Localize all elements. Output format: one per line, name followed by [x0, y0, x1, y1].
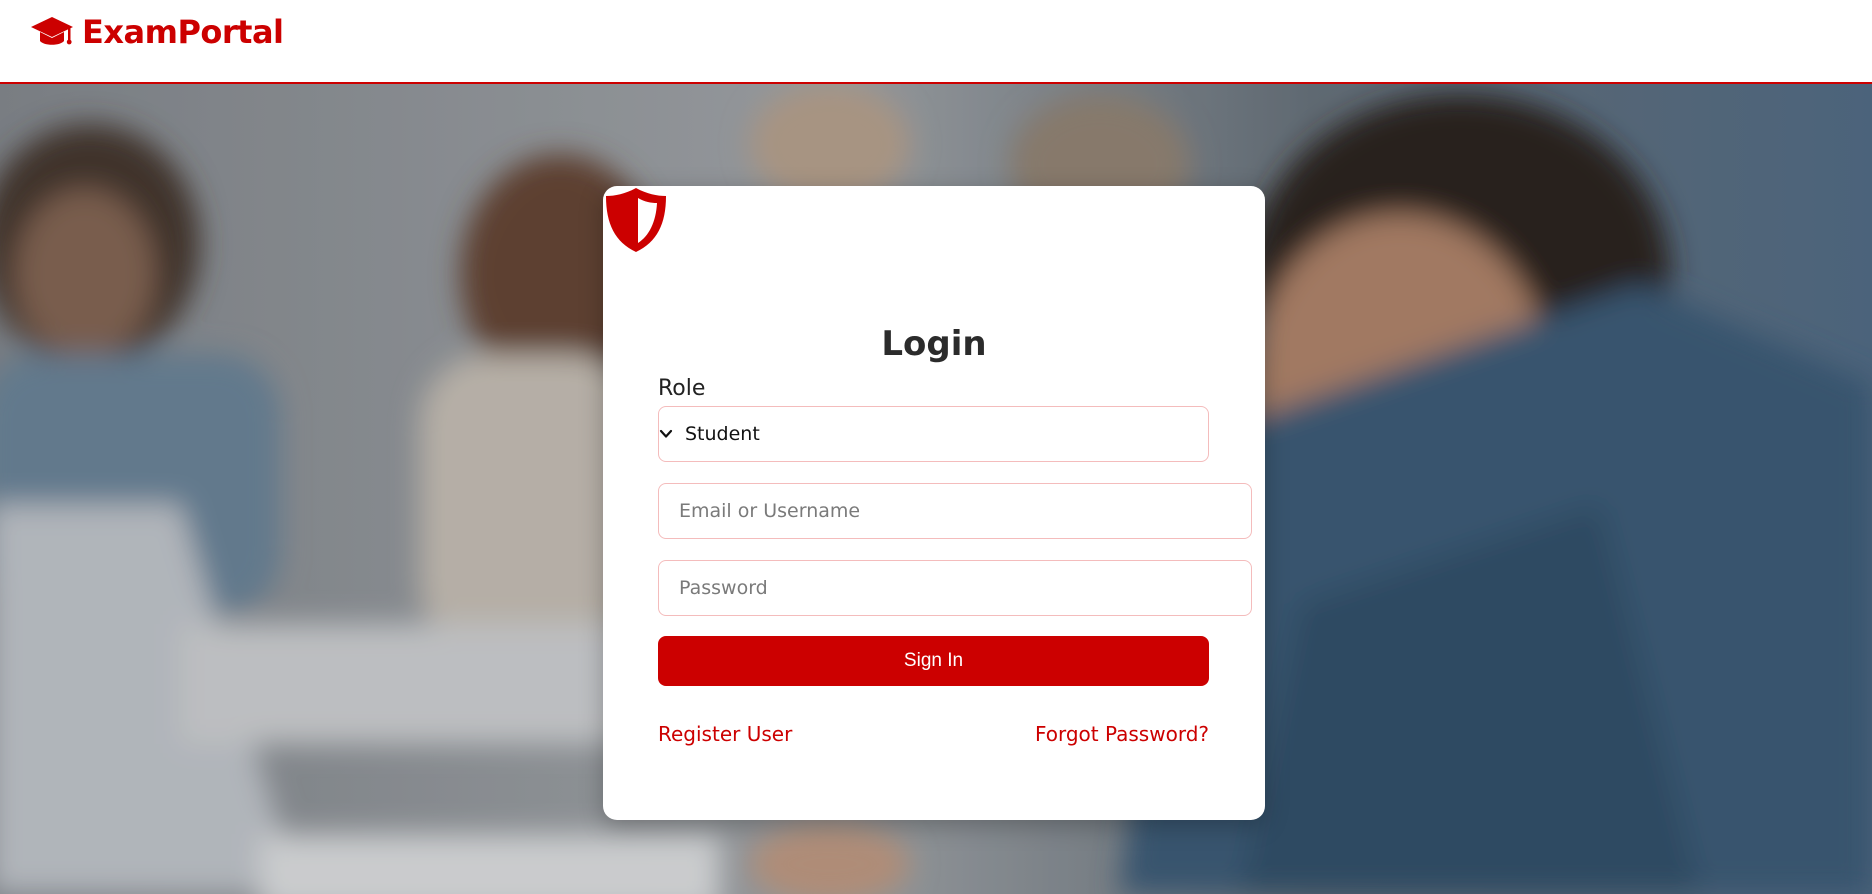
role-label: Role	[658, 376, 706, 401]
hero-background: Login Role Student Sign In Register User…	[0, 84, 1872, 894]
brand-link[interactable]: ExamPortal	[30, 13, 284, 51]
brand-name: ExamPortal	[82, 13, 284, 51]
password-input[interactable]	[658, 560, 1252, 616]
login-title: Login	[881, 324, 987, 364]
graduation-cap-icon	[31, 17, 73, 45]
sign-in-button[interactable]: Sign In	[658, 636, 1209, 686]
role-select-value: Student	[685, 423, 760, 445]
email-input[interactable]	[658, 483, 1252, 539]
forgot-password-link[interactable]: Forgot Password?	[1035, 722, 1209, 746]
role-select[interactable]: Student	[658, 406, 1209, 462]
navbar: ExamPortal	[0, 0, 1872, 84]
shield-icon	[606, 188, 666, 252]
login-card: Login Role Student Sign In Register User…	[603, 186, 1265, 820]
register-user-link[interactable]: Register User	[658, 722, 792, 746]
chevron-down-icon	[659, 429, 673, 438]
